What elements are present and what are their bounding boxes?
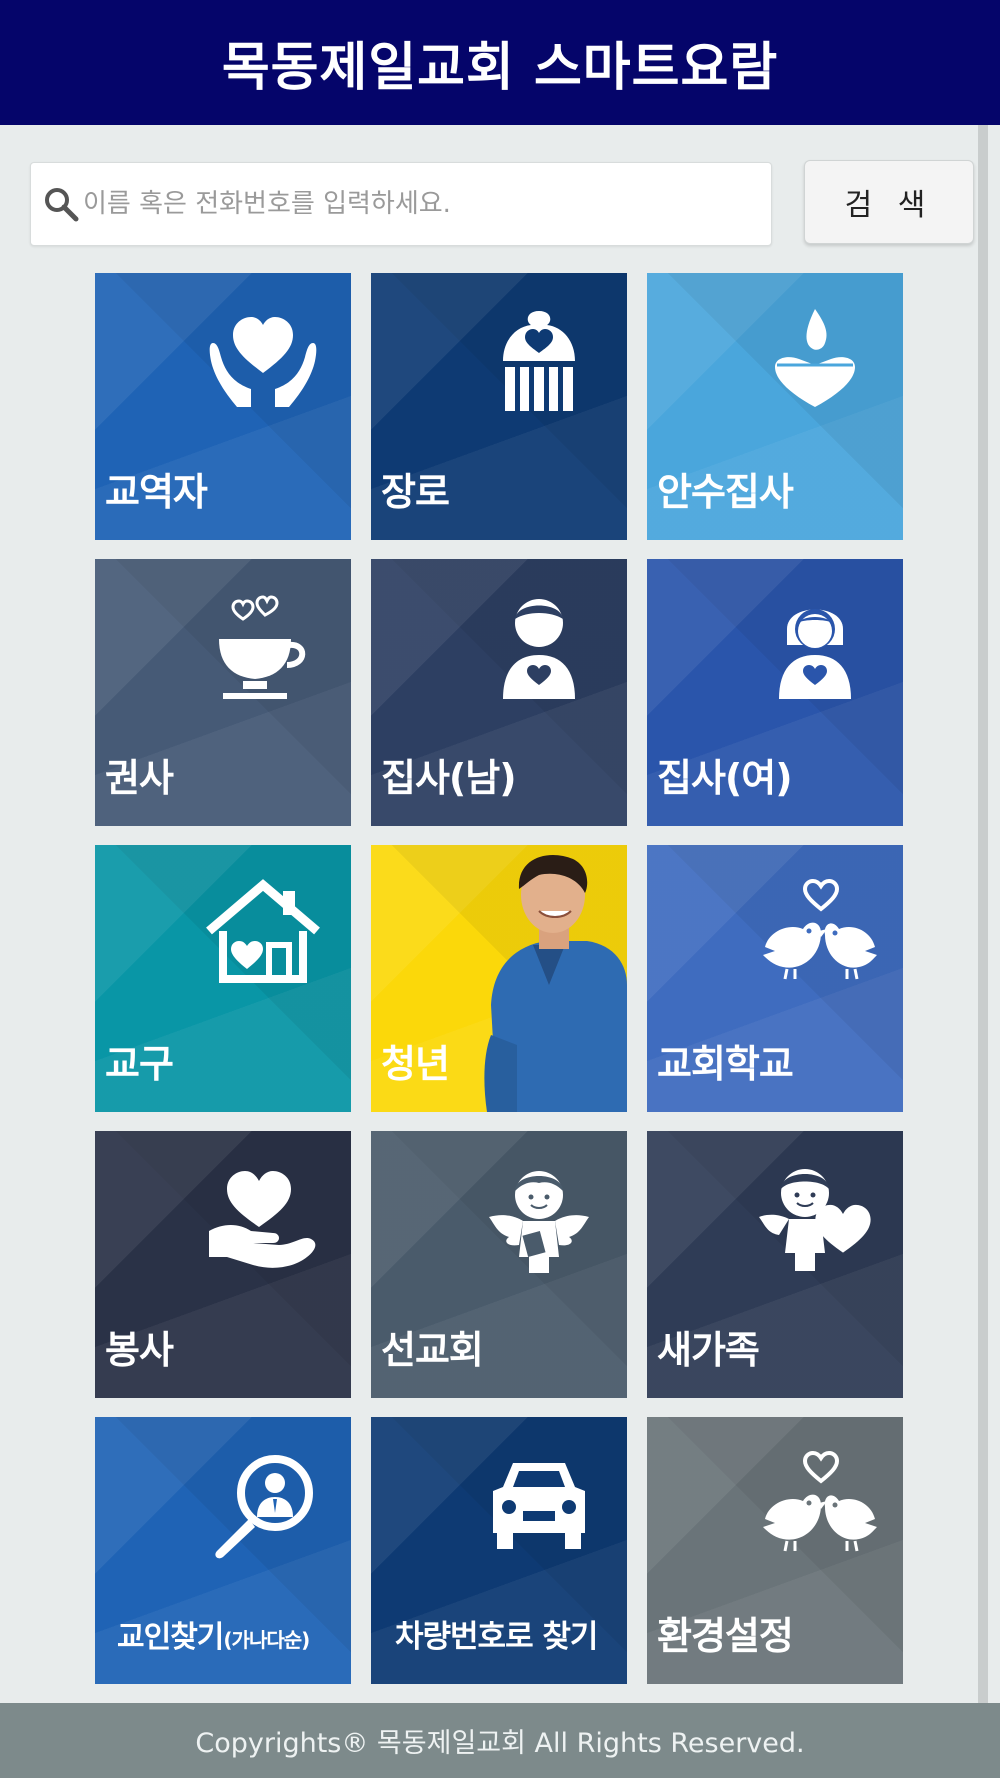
menu-tile-service[interactable]: 봉사 [95,1131,351,1398]
menu-grid: 교역자 장로 안수집사 권사 집사(남) 집사(여) 교구 청년 교회학교 봉사… [95,273,903,1684]
tile-label: 교인찾기(가나다순) [117,1612,310,1656]
tile-label: 선교회 [381,1328,484,1372]
menu-tile-ordained-deacons[interactable]: 안수집사 [647,273,903,540]
app-title: 목동제일교회 스마트요람 [221,38,779,98]
car-icon [493,1463,585,1549]
tile-label: 청년 [381,1042,450,1086]
menu-tile-youth[interactable]: 청년 [371,845,627,1112]
footer: Copyrights® 목동제일교회 All Rights Reserved. [0,1703,1000,1778]
cupid-heart-icon [759,1169,871,1271]
search-box[interactable] [30,162,772,246]
house-heart-icon [206,879,320,983]
menu-tile-elders[interactable]: 장로 [371,273,627,540]
menu-tile-vehicle-search[interactable]: 차량번호로 찾기 [371,1417,627,1684]
woman-heart-icon [779,609,851,699]
scrollbar[interactable] [978,125,988,1703]
tile-label: 환경설정 [657,1614,794,1658]
menu-tile-settings[interactable]: 환경설정 [647,1417,903,1684]
copyright-text: Copyrights® 목동제일교회 All Rights Reserved. [195,1728,805,1759]
menu-tile-mission-society[interactable]: 선교회 [371,1131,627,1398]
candle-heart-icon [775,309,855,407]
tile-label-main: 교인찾기 [117,1620,224,1655]
tile-label: 안수집사 [657,470,794,514]
search-icon [45,188,79,222]
menu-tile-parish[interactable]: 교구 [95,845,351,1112]
love-birds-icon [763,1450,877,1552]
tile-label: 교역자 [105,470,208,514]
menu-tile-deacons-female[interactable]: 집사(여) [647,559,903,826]
angel-icon [489,1171,589,1273]
tile-label: 권사 [105,756,174,800]
magnifier-person-icon [215,1455,313,1559]
menu-tile-deacons-male[interactable]: 집사(남) [371,559,627,826]
love-birds-icon [763,878,877,980]
tile-label: 새가족 [657,1328,760,1372]
search-button[interactable]: 검 색 [804,160,974,244]
menu-tile-church-school[interactable]: 교회학교 [647,845,903,1112]
cupcake-heart-icon [503,311,575,411]
hand-heart-icon [209,1171,316,1268]
app-header: 목동제일교회 스마트요람 [0,0,1000,125]
tile-label: 장로 [381,470,450,514]
menu-tile-new-family[interactable]: 새가족 [647,1131,903,1398]
menu-tile-member-search[interactable]: 교인찾기(가나다순) [95,1417,351,1684]
tile-label: 봉사 [105,1328,174,1372]
tile-label: 교구 [105,1042,174,1086]
tile-label: 차량번호로 찾기 [395,1619,598,1655]
tile-label-suffix: (가나다순) [223,1628,310,1652]
tile-label: 교회학교 [657,1042,794,1086]
young-man-photo [484,854,627,1112]
menu-tile-exhorters[interactable]: 권사 [95,559,351,826]
menu-tile-pastors[interactable]: 교역자 [95,273,351,540]
search-input[interactable] [83,174,763,234]
tile-label: 집사(여) [657,756,793,800]
tile-label: 집사(남) [381,756,517,800]
teacup-hearts-icon [219,595,306,699]
hands-heart-icon [209,317,317,407]
man-heart-icon [503,599,575,699]
